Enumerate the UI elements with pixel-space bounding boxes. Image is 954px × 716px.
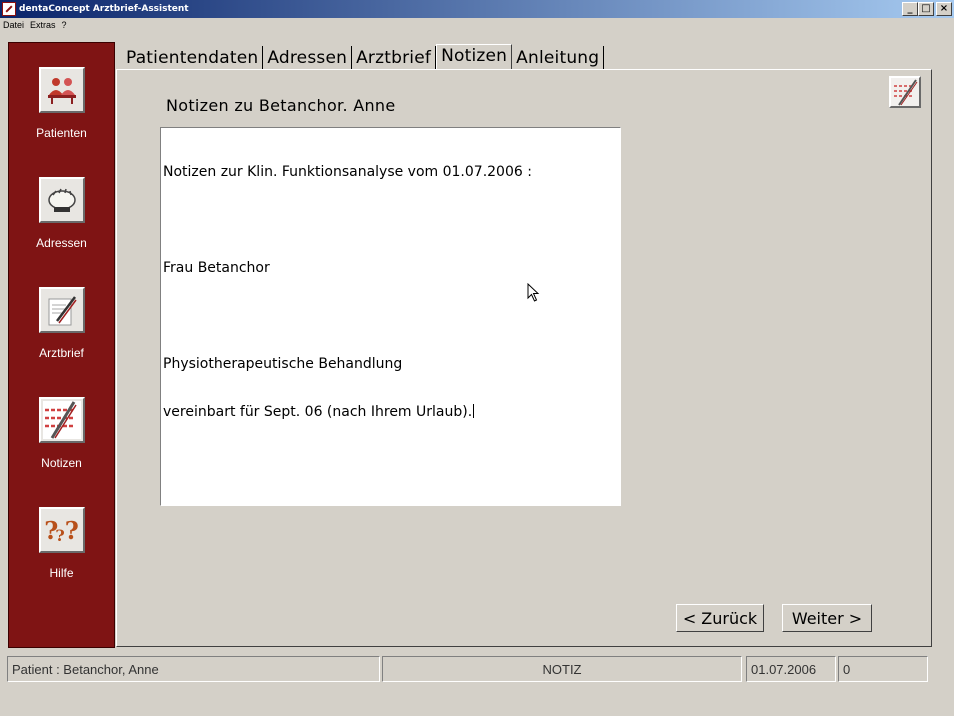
sidebar-item-adressen[interactable]: Adressen	[9, 177, 114, 250]
help-icon: ? ? ?	[38, 507, 85, 553]
letter-pen-icon	[38, 287, 85, 333]
sidebar-item-label: Patienten	[36, 126, 87, 140]
tab-anleitung[interactable]: Anleitung	[512, 46, 605, 70]
tab-bar: Patientendaten Adressen Arztbrief Notize…	[122, 44, 605, 70]
note-line	[163, 308, 618, 324]
app-icon	[2, 2, 16, 16]
note-line: Notizen zur Klin. Funktionsanalyse vom 0…	[163, 164, 532, 180]
tab-notizen[interactable]: Notizen	[436, 44, 513, 69]
window-title: dentaConcept Arztbrief-Assistent	[19, 4, 189, 14]
menu-help[interactable]: ?	[62, 20, 67, 30]
note-line: Frau Betanchor	[163, 260, 270, 276]
sidebar-item-arztbrief[interactable]: Arztbrief	[9, 287, 114, 360]
patients-icon	[38, 67, 85, 113]
sidebar: Patienten Adressen Arztbrief Notizen ? ?…	[8, 42, 115, 648]
menu-bar: Datei Extras ?	[0, 18, 954, 32]
sidebar-item-label: Notizen	[41, 456, 82, 470]
window-controls: _ □ ×	[902, 2, 952, 16]
menu-extras[interactable]: Extras	[30, 20, 56, 30]
page-title: Notizen zu Betanchor. Anne	[166, 96, 396, 115]
next-button[interactable]: Weiter >	[782, 604, 872, 632]
back-button[interactable]: < Zurück	[676, 604, 764, 632]
sidebar-item-label: Adressen	[36, 236, 87, 250]
note-line: vereinbart für Sept. 06 (nach Ihrem Urla…	[163, 404, 473, 420]
tab-patientendaten[interactable]: Patientendaten	[122, 46, 264, 70]
close-button[interactable]: ×	[936, 2, 952, 16]
rolodex-icon	[38, 177, 85, 223]
tab-adressen[interactable]: Adressen	[263, 46, 353, 70]
status-count: 0	[838, 656, 928, 682]
sidebar-item-notizen[interactable]: Notizen	[9, 397, 114, 470]
text-caret	[473, 404, 475, 418]
note-line	[163, 212, 618, 228]
mouse-pointer-icon	[527, 283, 540, 302]
sidebar-item-label: Arztbrief	[39, 346, 84, 360]
notes-icon	[38, 397, 85, 443]
status-patient: Patient : Betanchor, Anne	[7, 656, 380, 682]
sidebar-item-hilfe[interactable]: ? ? ? Hilfe	[9, 507, 114, 580]
status-bar: Patient : Betanchor, Anne NOTIZ 01.07.20…	[0, 656, 954, 684]
note-line: Physiotherapeutische Behandlung	[163, 356, 403, 372]
menu-datei[interactable]: Datei	[3, 20, 24, 30]
sidebar-item-label: Hilfe	[49, 566, 74, 580]
title-bar: dentaConcept Arztbrief-Assistent _ □ ×	[0, 0, 954, 18]
tab-arztbrief[interactable]: Arztbrief	[352, 46, 437, 70]
status-date: 01.07.2006	[746, 656, 836, 682]
notes-textarea[interactable]: Notizen zur Klin. Funktionsanalyse vom 0…	[160, 127, 621, 506]
sidebar-item-patienten[interactable]: Patienten	[9, 67, 114, 140]
maximize-button[interactable]: □	[918, 2, 934, 16]
status-mode: NOTIZ	[382, 656, 742, 682]
minimize-button[interactable]: _	[902, 2, 918, 16]
notes-corner-icon	[889, 76, 921, 108]
